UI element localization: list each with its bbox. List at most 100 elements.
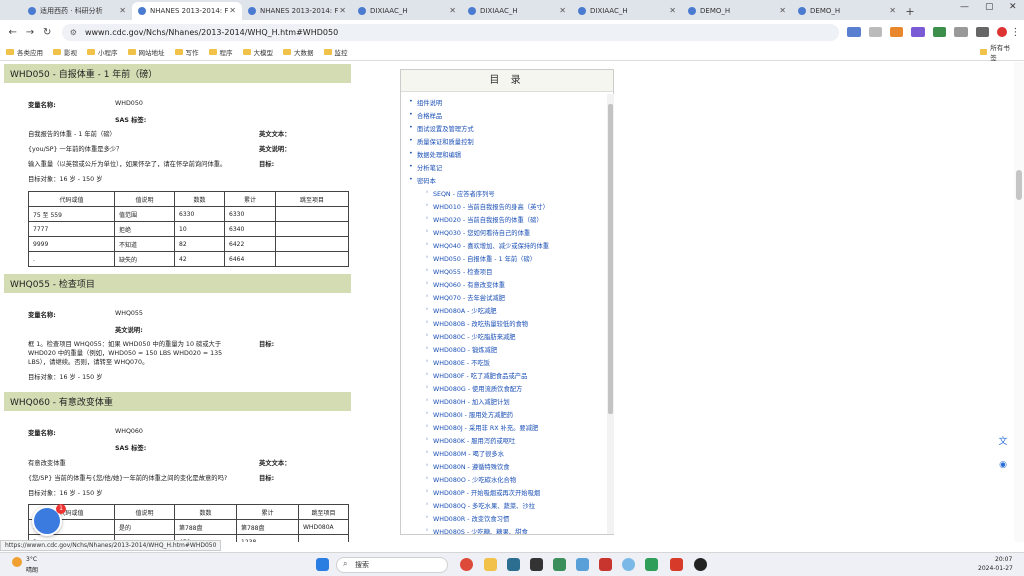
- toc-link[interactable]: WHD080K - 服用泻药或呕吐: [425, 436, 515, 445]
- browser-tab[interactable]: DEMO_H ✕: [792, 2, 902, 20]
- app-icon[interactable]: [645, 558, 658, 571]
- chrome-icon[interactable]: [460, 558, 473, 571]
- toc-link[interactable]: 分析笔记: [409, 163, 442, 172]
- toc-link[interactable]: WHQ060 - 有意改变体重: [425, 280, 505, 289]
- toc-link[interactable]: WHD080C - 少吃脂肪来减肥: [425, 332, 516, 341]
- browser-tab[interactable]: DIXIAAC_H ✕: [462, 2, 572, 20]
- toc-scrollbar[interactable]: [607, 94, 614, 534]
- back-icon[interactable]: ←: [4, 27, 21, 38]
- toc-link[interactable]: WHD080D - 锻炼减肥: [425, 345, 497, 354]
- toc-link[interactable]: SEQN - 应答者序列号: [425, 189, 495, 198]
- toc-link[interactable]: WHD080B - 改吃热量较低的食物: [425, 319, 528, 328]
- maximize-icon[interactable]: ▢: [985, 2, 994, 12]
- toc-link[interactable]: WHD080H - 加入减肥计划: [425, 397, 510, 406]
- toc-link[interactable]: WHD080R - 改变饮食习惯: [425, 514, 509, 523]
- bookmark-folder[interactable]: 网站地址: [127, 47, 165, 57]
- toc-link[interactable]: WHD080Q - 多吃水果、蔬菜、沙拉: [425, 501, 535, 510]
- extensions-puzzle-icon[interactable]: [954, 27, 968, 37]
- toc-link[interactable]: WHD050 - 自报体重 - 1 年前（磅）: [425, 254, 536, 263]
- toc-scroll-thumb[interactable]: [608, 104, 613, 414]
- close-icon[interactable]: ✕: [889, 6, 896, 15]
- toc-link[interactable]: WHD080M - 喝了很多水: [425, 449, 504, 458]
- bookmark-folder[interactable]: 大模型: [242, 47, 273, 57]
- page-scroll-thumb[interactable]: [1016, 170, 1022, 200]
- sidebar-icon[interactable]: [975, 27, 990, 37]
- toc-link[interactable]: 面试设置及管理方式: [409, 124, 474, 133]
- browser-tab[interactable]: DIXIAAC_H ✕: [352, 2, 462, 20]
- toc-link[interactable]: WHD080E - 不吃饭: [425, 358, 490, 367]
- close-icon[interactable]: ✕: [669, 6, 676, 15]
- star-icon[interactable]: [868, 27, 882, 37]
- close-icon[interactable]: ✕: [229, 6, 236, 15]
- toc-link[interactable]: WHD080S - 少吃糖、糖果、甜食: [425, 527, 528, 534]
- chat-float-icon[interactable]: ◉: [997, 460, 1009, 472]
- toc-link[interactable]: WHD080I - 服用处方减肥药: [425, 410, 513, 419]
- browser-tab[interactable]: DEMO_H ✕: [682, 2, 792, 20]
- site-info-icon[interactable]: ⚙: [70, 28, 77, 37]
- toc-link[interactable]: 组件说明: [409, 98, 442, 107]
- toc-link[interactable]: 合格样品: [409, 111, 442, 120]
- menu-icon[interactable]: ⋮: [1007, 27, 1024, 38]
- close-icon[interactable]: ✕: [449, 6, 456, 15]
- toc-link[interactable]: WHQ070 - 去年尝试减肥: [425, 293, 505, 302]
- browser-tab-active[interactable]: NHANES 2013-2014: F ✕: [132, 2, 242, 20]
- bookmark-folder[interactable]: 各类应用: [6, 47, 43, 57]
- page-scrollbar[interactable]: [1014, 62, 1024, 542]
- close-icon[interactable]: ✕: [559, 6, 566, 15]
- bookmark-folder[interactable]: 小程序: [87, 47, 118, 57]
- start-icon[interactable]: [316, 558, 329, 571]
- app-icon[interactable]: [507, 558, 520, 571]
- toc-link[interactable]: WHD080J - 采用非 RX 补充。要减肥: [425, 423, 538, 432]
- terminal-icon[interactable]: [530, 558, 543, 571]
- toc-link[interactable]: WHD080F - 吃了减肥食品或产品: [425, 371, 527, 380]
- browser-tab[interactable]: 适用西药 · 科研分析 ✕: [22, 2, 132, 20]
- close-window-icon[interactable]: ✕: [1009, 2, 1017, 12]
- bookmark-folder[interactable]: 写作: [174, 47, 199, 57]
- weather-icon[interactable]: [12, 557, 22, 567]
- toc-link[interactable]: WHD020 - 当前自我报告的体重（磅）: [425, 215, 543, 224]
- edge-icon[interactable]: [622, 558, 635, 571]
- toc-link[interactable]: WHD080N - 遵循特殊饮食: [425, 462, 510, 471]
- address-bar[interactable]: ⚙ wwwn.cdc.gov/Nchs/Nhanes/2013-2014/WHQ…: [61, 23, 840, 41]
- table-header: 代码或值: [28, 191, 115, 207]
- browser-tab[interactable]: DIXIAAC_H ✕: [572, 2, 682, 20]
- taskbar-search[interactable]: 搜索: [336, 557, 448, 573]
- app-icon[interactable]: [576, 558, 589, 571]
- app-icon[interactable]: [553, 558, 566, 571]
- forward-icon[interactable]: →: [21, 27, 38, 38]
- translate-icon[interactable]: [847, 27, 861, 37]
- toc-link[interactable]: 质量保证和质量控制: [409, 137, 474, 146]
- bookmark-folder[interactable]: 程序: [208, 47, 233, 57]
- table-cell: 10: [174, 221, 225, 237]
- extension-icon[interactable]: [932, 27, 947, 37]
- toc-link[interactable]: WHD080O - 少吃碳水化合物: [425, 475, 516, 484]
- toc-link[interactable]: WHD080P - 开始吸烟或再次开始吸烟: [425, 488, 540, 497]
- toc-link[interactable]: WHQ040 - 喜欢增加、减少或保持的体重: [425, 241, 549, 250]
- app-icon[interactable]: [694, 558, 707, 571]
- close-icon[interactable]: ✕: [779, 6, 786, 15]
- browser-tab[interactable]: NHANES 2013-2014: F ✕: [242, 2, 352, 20]
- minimize-icon[interactable]: —: [960, 2, 969, 12]
- bookmark-folder[interactable]: 监控: [323, 47, 348, 57]
- reload-icon[interactable]: ↻: [39, 27, 56, 38]
- close-icon[interactable]: ✕: [339, 6, 346, 15]
- toc-link[interactable]: 数据处理和编辑: [409, 150, 461, 159]
- extension-icon[interactable]: [911, 27, 925, 37]
- translate-float-icon[interactable]: 文: [997, 434, 1009, 447]
- toc-link[interactable]: WHD080G - 使用流质饮食配方: [425, 384, 522, 393]
- toc-link[interactable]: WHQ030 - 您如何看待自己的体重: [425, 228, 530, 237]
- wps-icon[interactable]: [599, 558, 612, 571]
- profile-avatar[interactable]: [997, 27, 1007, 37]
- toc-link[interactable]: WHQ055 - 检查项目: [425, 267, 492, 276]
- toc-link[interactable]: WHD010 - 当前自我报告的身高（英寸）: [425, 202, 549, 211]
- wps-icon[interactable]: [670, 558, 683, 571]
- extension-fox-icon[interactable]: [890, 27, 904, 37]
- toc-link[interactable]: 密码本: [409, 176, 436, 185]
- toc-link[interactable]: WHD080A - 少吃减肥: [425, 306, 497, 315]
- bookmark-folder[interactable]: 大数据: [283, 47, 314, 57]
- new-tab-button[interactable]: +: [902, 2, 918, 20]
- bookmark-folder[interactable]: 影视: [53, 47, 77, 57]
- file-explorer-icon[interactable]: [484, 558, 497, 571]
- all-bookmarks[interactable]: 所有书签: [980, 42, 1014, 62]
- close-icon[interactable]: ✕: [119, 6, 126, 15]
